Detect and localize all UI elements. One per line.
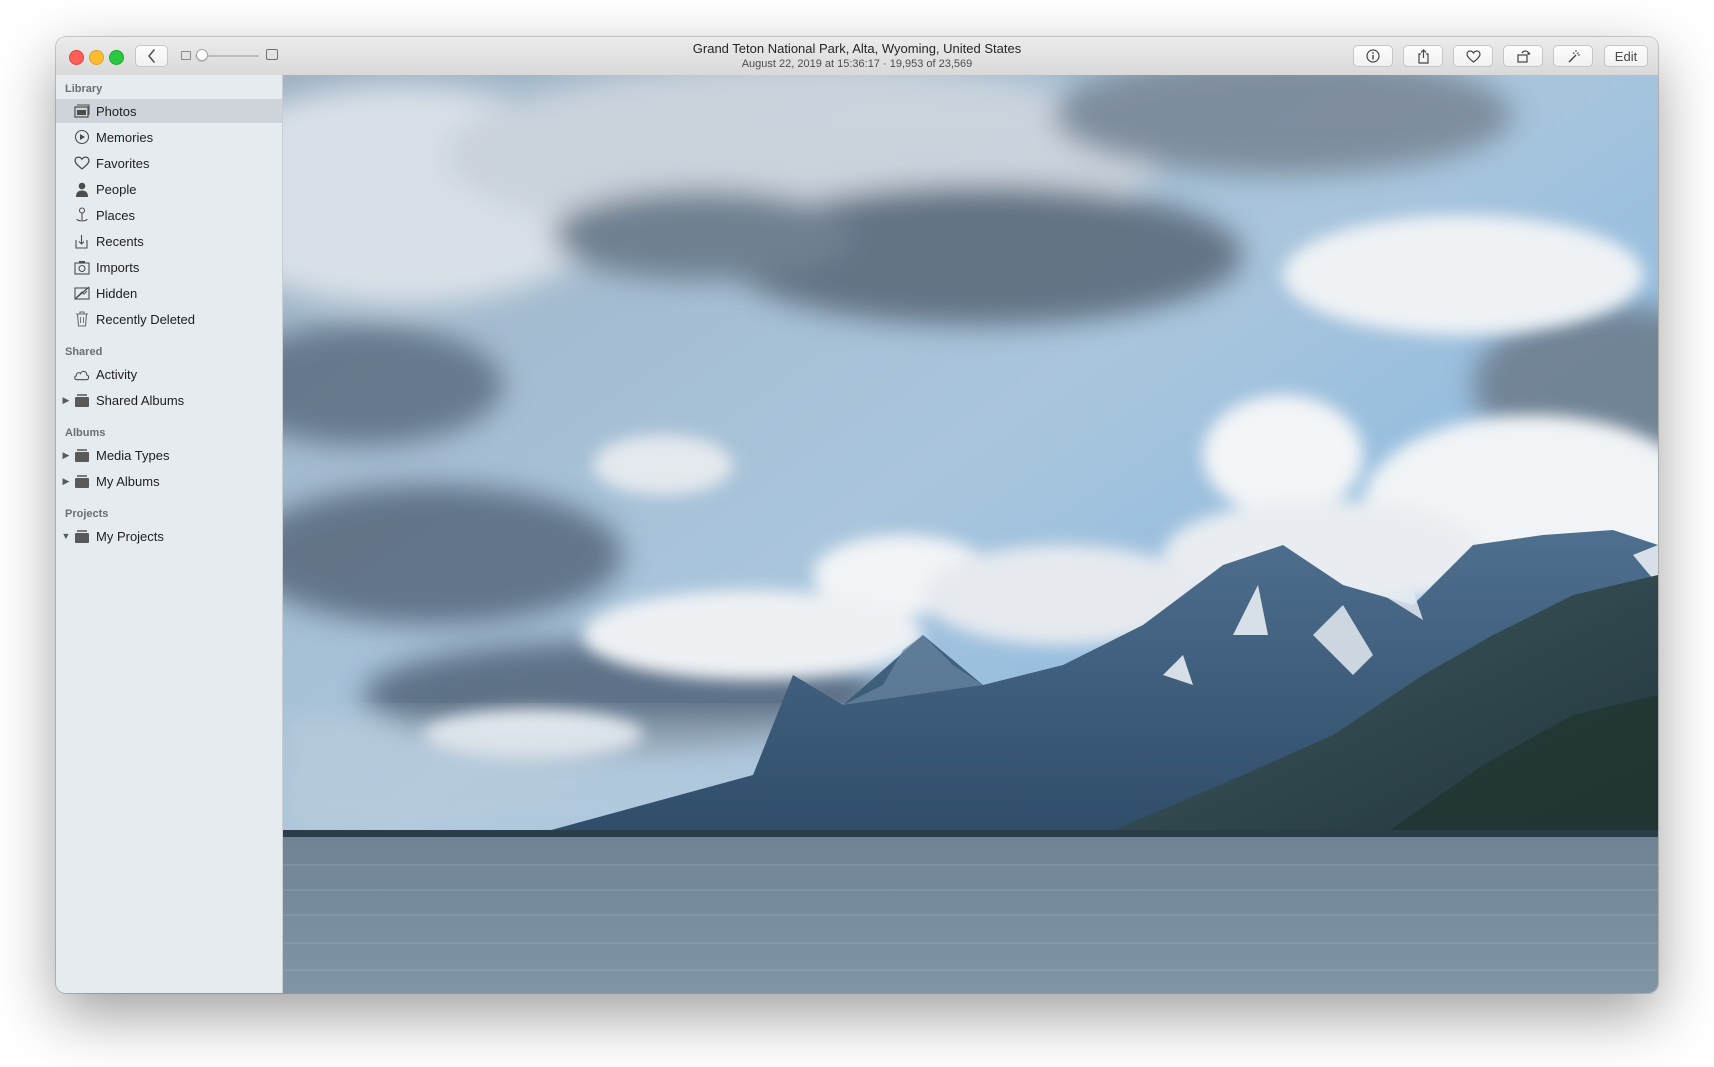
sidebar-item-favorites[interactable]: Favorites xyxy=(56,151,282,175)
heart-icon xyxy=(73,155,90,172)
disclosure-triangle-icon[interactable]: ▶ xyxy=(61,450,71,461)
sidebar-item-memories[interactable]: Memories xyxy=(56,125,282,149)
section-header-shared: Shared xyxy=(65,346,103,358)
sidebar-item-media-types[interactable]: ▶ Media Types xyxy=(56,443,282,467)
info-icon xyxy=(1366,49,1380,63)
sidebar-item-label: Favorites xyxy=(96,155,150,171)
magic-wand-icon xyxy=(1568,49,1580,62)
sidebar-item-label: Hidden xyxy=(96,285,138,301)
trash-icon xyxy=(73,311,90,328)
section-header-library: Library xyxy=(65,83,103,95)
sidebar-item-label: Recently Deleted xyxy=(96,311,195,327)
sidebar-item-people[interactable]: People xyxy=(56,177,282,201)
share-icon xyxy=(1417,48,1429,64)
section-header-albums: Albums xyxy=(65,427,106,439)
sidebar-item-activity[interactable]: Activity xyxy=(56,362,282,386)
rotate-icon xyxy=(1516,49,1530,63)
sidebar-item-photos[interactable]: Photos xyxy=(56,99,282,123)
sidebar-item-label: Activity xyxy=(96,366,138,382)
sidebar-item-imports[interactable]: Imports xyxy=(56,255,282,279)
sidebar-item-label: Memories xyxy=(96,129,154,145)
sidebar-item-label: Places xyxy=(96,207,136,223)
sidebar-item-recents[interactable]: Recents xyxy=(56,229,282,253)
photos-window: Grand Teton National Park, Alta, Wyoming… xyxy=(56,37,1658,993)
landscape-photo xyxy=(283,75,1658,993)
title-bar: Grand Teton National Park, Alta, Wyoming… xyxy=(56,37,1658,76)
sidebar-item-hidden[interactable]: Hidden xyxy=(56,281,282,305)
sidebar-item-label: Photos xyxy=(96,103,137,119)
folder-icon xyxy=(73,528,90,545)
sidebar-item-label: My Projects xyxy=(96,528,164,544)
disclosure-triangle-icon[interactable]: ▶ xyxy=(61,395,71,406)
cloud-icon xyxy=(73,366,90,383)
enhance-button[interactable] xyxy=(1553,45,1593,67)
sidebar-item-my-albums[interactable]: ▶ My Albums xyxy=(56,469,282,493)
folder-icon xyxy=(73,447,90,464)
edit-button[interactable]: Edit xyxy=(1604,45,1648,67)
folder-icon xyxy=(73,392,90,409)
favorite-button[interactable] xyxy=(1453,45,1493,67)
sidebar-item-label: Shared Albums xyxy=(96,392,185,408)
sidebar-item-label: Imports xyxy=(96,259,140,275)
sidebar-item-recently-deleted[interactable]: Recently Deleted xyxy=(56,307,282,331)
sidebar-item-my-projects[interactable]: ▼ My Projects xyxy=(56,524,282,548)
disclosure-triangle-icon[interactable]: ▶ xyxy=(61,476,71,487)
folder-icon xyxy=(73,473,90,490)
sidebar: Library Photos Memories Favorites People… xyxy=(56,75,283,993)
sidebar-item-label: Media Types xyxy=(96,447,170,463)
photo-viewer[interactable] xyxy=(283,75,1658,993)
sidebar-item-shared-albums[interactable]: ▶ Shared Albums xyxy=(56,388,282,412)
share-button[interactable] xyxy=(1403,45,1443,67)
sidebar-item-label: My Albums xyxy=(96,473,160,489)
rotate-button[interactable] xyxy=(1503,45,1543,67)
pin-icon xyxy=(73,207,90,224)
section-header-projects: Projects xyxy=(65,508,109,520)
sidebar-item-places[interactable]: Places xyxy=(56,203,282,227)
sidebar-item-label: Recents xyxy=(96,233,144,249)
heart-icon xyxy=(1465,49,1481,63)
photos-icon xyxy=(73,103,90,120)
info-button[interactable] xyxy=(1353,45,1393,67)
disclosure-triangle-icon[interactable]: ▼ xyxy=(61,531,71,541)
memories-icon xyxy=(73,129,90,146)
camera-icon xyxy=(73,259,90,276)
sidebar-item-label: People xyxy=(96,181,137,197)
person-icon xyxy=(73,181,90,198)
hidden-icon xyxy=(73,285,90,302)
recents-icon xyxy=(73,233,90,250)
